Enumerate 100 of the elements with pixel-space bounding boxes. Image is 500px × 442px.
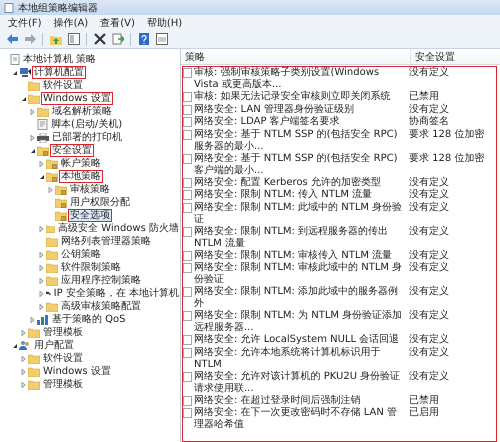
collapsed-arrow-icon[interactable]	[39, 226, 45, 232]
list-row[interactable]: 网络安全: 基于 NTLM SSP 的(包括安全 RPC)服务器的最小... 要求 128 位加密	[183, 128, 496, 152]
policy-name: 网络安全: 允许本地系统将计算机标识用于 NTLM	[194, 346, 382, 370]
column-header[interactable]: 策略	[181, 49, 411, 64]
secure-folder-icon	[37, 146, 49, 156]
list-row[interactable]: 网络安全: 允许 LocalSystem NULL 会话回退 没有定义	[183, 334, 496, 346]
policy-icon	[183, 154, 192, 164]
folder-icon	[46, 236, 58, 246]
collapsed-arrow-icon[interactable]	[48, 186, 54, 192]
collapsed-arrow-icon[interactable]	[21, 356, 27, 362]
tree-item[interactable]: 软件设置	[42, 80, 84, 91]
list-row[interactable]: 网络安全: 限制 NTLM: 添加此域中的服务器例外 没有定义	[183, 286, 496, 310]
tree-item[interactable]: 域名解析策略	[51, 106, 113, 117]
tree-item[interactable]: 本地计算机 策略	[22, 54, 98, 65]
toolbar-button[interactable]	[136, 32, 151, 46]
list-row[interactable]: 网络安全: 在下一次更改密码时不存储 LAN 管理器哈希值 已启用	[183, 407, 496, 431]
list-row[interactable]: 网络安全: 配置 Kerberos 允许的加密类型 没有定义	[183, 176, 496, 189]
tree-item[interactable]: IP 安全策略，在 本地计算机	[52, 288, 180, 299]
policy-name: 网络安全: 配置 Kerberos 允许的加密类型	[194, 176, 382, 188]
tree-item[interactable]: 计算机配置	[33, 67, 85, 78]
list-row[interactable]: 审核: 如果无法记录安全审核则立即关闭系统 已禁用	[183, 91, 496, 104]
tree-item[interactable]: 管理模板	[42, 379, 84, 390]
tree-item[interactable]: 用户权限分配	[69, 197, 131, 208]
expanded-arrow-icon[interactable]	[12, 342, 18, 348]
column-header[interactable]: 安全设置	[411, 49, 500, 64]
tree-item[interactable]: Windows 设置	[42, 93, 112, 104]
policy-name: 网络安全: 限制 NTLM: 添加此域中的服务器例外	[194, 286, 400, 310]
tree-item[interactable]: 软件限制策略	[60, 262, 122, 273]
list-row[interactable]: 网络安全: LAN 管理器身份验证级别 没有定义	[183, 104, 496, 116]
tree-item[interactable]: 应用程序控制策略	[60, 275, 142, 286]
tree-item[interactable]: 软件设置	[42, 353, 84, 364]
collapsed-arrow-icon[interactable]	[39, 264, 45, 270]
expanded-arrow-icon[interactable]	[21, 96, 27, 102]
tree-item[interactable]: 帐户策略	[60, 158, 102, 169]
toolbar-button[interactable]	[66, 32, 81, 46]
collapsed-arrow-icon[interactable]	[39, 304, 45, 310]
folder-icon	[46, 262, 58, 272]
collapsed-arrow-icon[interactable]	[21, 368, 27, 374]
list-row[interactable]: 网络安全: 限制 NTLM: 到远程服务器的传出 NTLM 流量 没有定义	[183, 226, 496, 250]
tree-item[interactable]: Windows 设置	[42, 366, 112, 377]
help-icon	[138, 33, 150, 45]
menu-item[interactable]: 文件(F)	[2, 16, 48, 30]
list-row[interactable]: 网络安全: 限制 NTLM: 审核此域中的 NTLM 身份验证 没有定义	[183, 262, 496, 286]
collapsed-arrow-icon[interactable]	[39, 160, 45, 166]
list-row[interactable]: 网络安全: 限制 NTLM: 为 NTLM 身份验证添加远程服务器... 没有定义	[183, 310, 496, 334]
collapsed-arrow-icon[interactable]	[39, 252, 45, 258]
list-row[interactable]: 网络安全: 限制 NTLM: 审核传入 NTLM 流量 没有定义	[183, 250, 496, 262]
security-setting: 已禁用	[408, 394, 440, 406]
window-title: 本地组策略编辑器	[18, 2, 98, 14]
tree-item[interactable]: 高级审核策略配置	[60, 301, 142, 312]
list-row[interactable]: 网络安全: 允许对该计算机的 PKU2U 身份验证请求使用联... 没有定义	[183, 370, 496, 394]
security-setting: 没有定义	[408, 346, 450, 358]
back-arrow-icon	[6, 33, 18, 45]
folder-icon	[28, 366, 40, 376]
policy-name: 网络安全: 限制 NTLM: 审核传入 NTLM 流量	[194, 250, 394, 262]
tree-item[interactable]: 用户配置	[33, 340, 75, 351]
list-row[interactable]: 网络安全: LDAP 客户端签名要求 协商签名	[183, 116, 496, 128]
list-row[interactable]: 网络安全: 基于 NTLM SSP 的(包括安全 RPC)客户端的最小... 要求 128 位加密	[183, 152, 496, 176]
collapsed-arrow-icon[interactable]	[30, 316, 36, 322]
tree-item[interactable]: 基于策略的 QoS	[51, 314, 127, 325]
secure-folder-icon	[55, 210, 67, 220]
tree-item[interactable]: 高级安全 Windows 防火墙	[57, 223, 180, 234]
collapsed-arrow-icon[interactable]	[21, 382, 27, 388]
tree-item[interactable]: 已部署的打印机	[51, 132, 123, 143]
tree-item[interactable]: 审核策略	[69, 184, 111, 195]
toolbar-button[interactable]	[154, 32, 169, 46]
list-row[interactable]: 网络安全: 限制 NTLM: 此域中的 NTLM 身份验证 没有定义	[183, 202, 496, 226]
security-setting: 没有定义	[408, 286, 450, 298]
expanded-arrow-icon[interactable]	[12, 70, 18, 76]
collapsed-arrow-icon[interactable]	[21, 330, 27, 336]
collapsed-arrow-icon[interactable]	[39, 278, 45, 284]
secure-folder-icon	[46, 172, 58, 182]
collapsed-arrow-icon[interactable]	[30, 134, 36, 140]
tree-item[interactable]: 公钥策略	[60, 249, 102, 260]
collapsed-arrow-icon[interactable]	[39, 290, 45, 296]
security-setting: 没有定义	[408, 189, 450, 201]
list-row[interactable]: 审核: 强制审核策略子类别设置(Windows Vista 或更高版本... 没有定义	[183, 67, 496, 91]
up-folder-icon	[50, 33, 62, 45]
menu-item[interactable]: 查看(V)	[94, 16, 141, 30]
tree-item[interactable]: 管理模板	[42, 327, 84, 338]
folder-icon	[46, 276, 58, 286]
list-row[interactable]: 网络安全: 在超过登录时间后强制注销 已禁用	[183, 394, 496, 407]
expanded-arrow-icon[interactable]	[30, 148, 36, 154]
tree-item[interactable]: 网络列表管理器策略	[60, 236, 152, 247]
bar-chart-icon	[37, 314, 49, 324]
toolbar-button[interactable]	[92, 32, 107, 46]
policy-icon	[183, 311, 192, 321]
tree-item[interactable]: 本地策略	[60, 171, 102, 182]
policy-name: 网络安全: 在超过登录时间后强制注销	[194, 394, 362, 406]
list-row[interactable]: 网络安全: 限制 NTLM: 传入 NTLM 流量 没有定义	[183, 189, 496, 202]
menu-item[interactable]: 操作(A)	[48, 16, 94, 30]
collapsed-arrow-icon[interactable]	[30, 108, 36, 114]
security-setting: 没有定义	[408, 104, 450, 116]
tree-item[interactable]: 安全选项	[69, 210, 111, 221]
secure-folder-icon	[46, 158, 58, 168]
tree-item[interactable]: 安全设置	[51, 145, 93, 156]
expanded-arrow-icon[interactable]	[39, 174, 45, 180]
tree-item[interactable]: 脚本(启动/关机)	[50, 119, 124, 130]
list-row[interactable]: 网络安全: 允许本地系统将计算机标识用于 NTLM 没有定义	[183, 346, 496, 370]
menu-item[interactable]: 帮助(H)	[140, 16, 188, 30]
